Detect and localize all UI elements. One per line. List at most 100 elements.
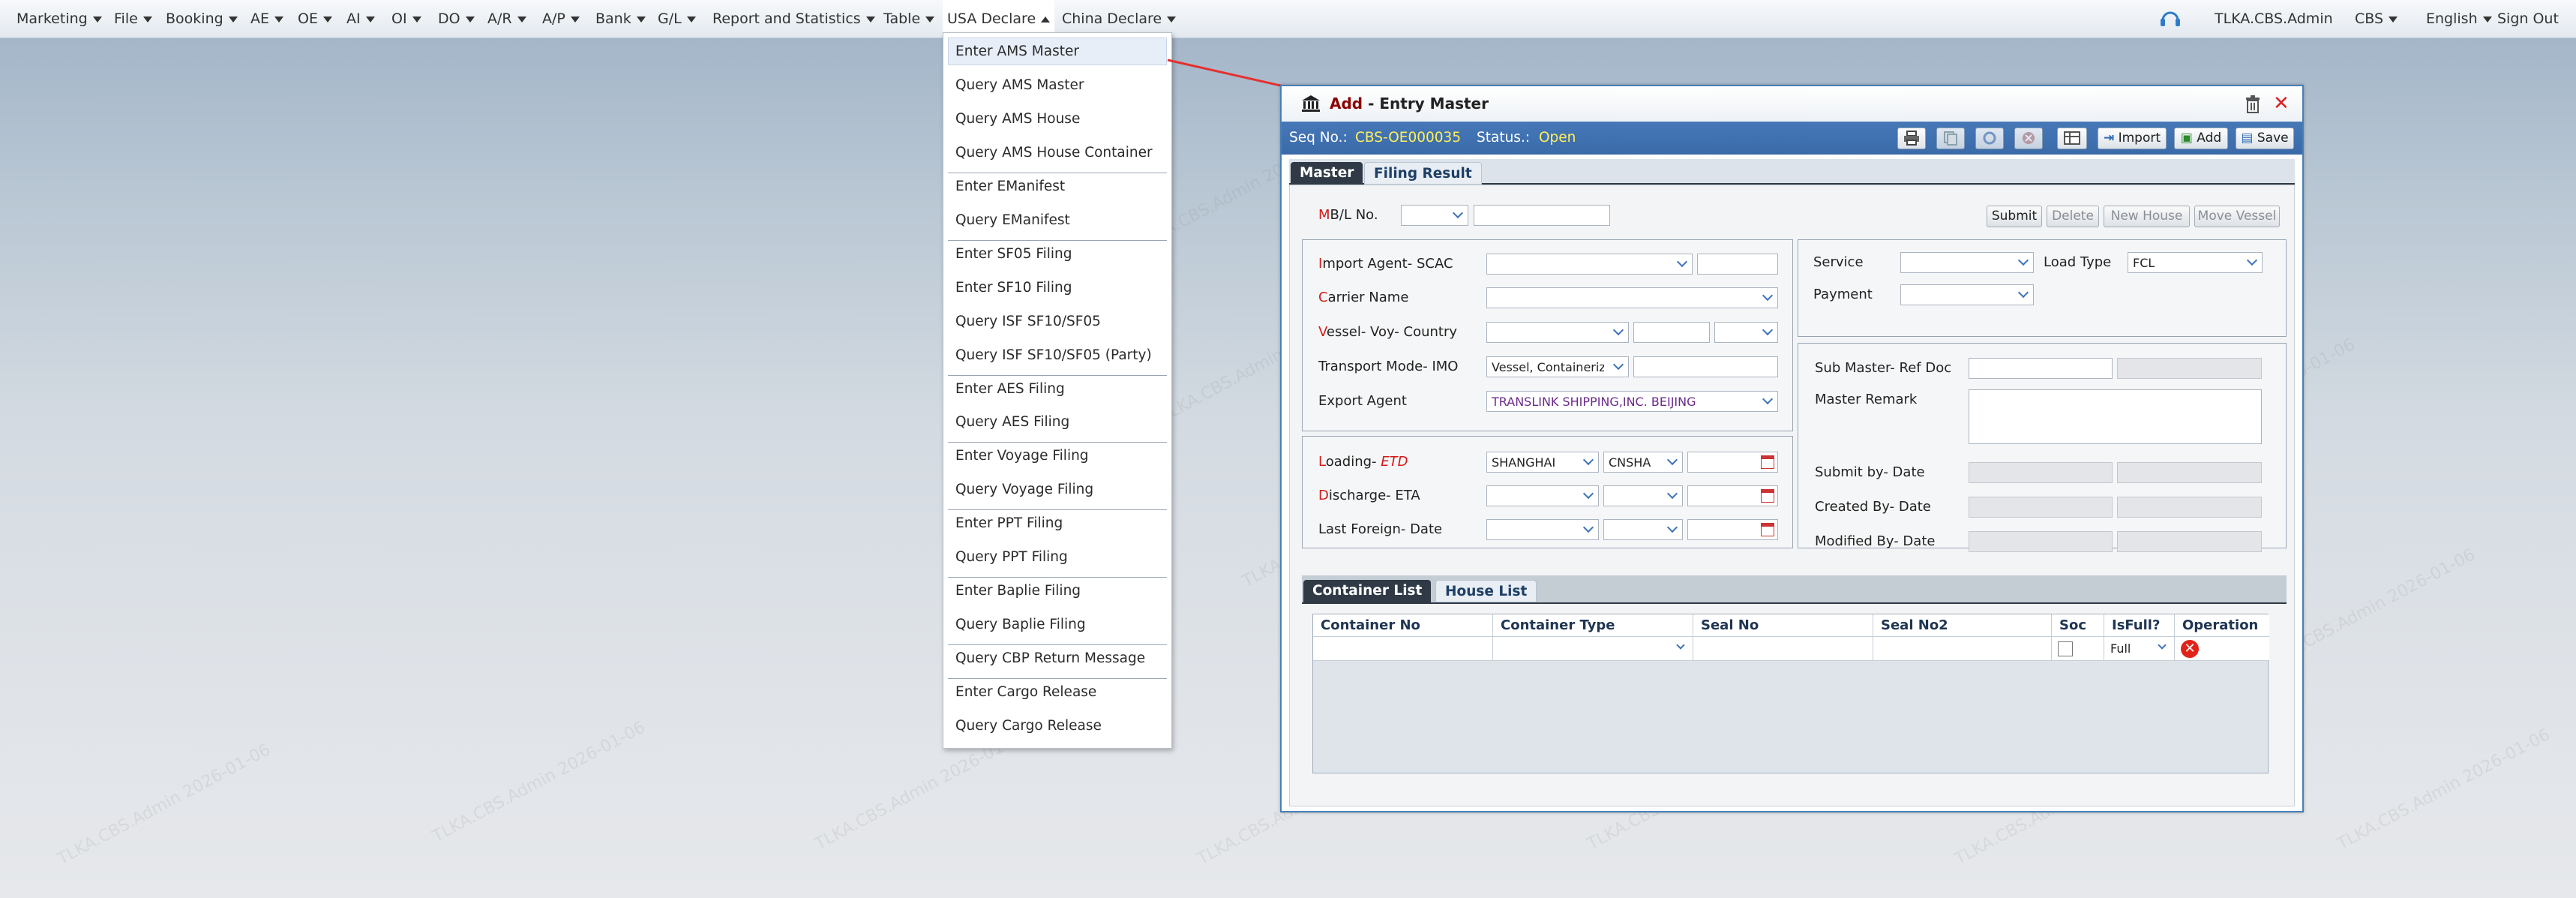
vessel-select[interactable] [1486,322,1629,343]
sign-out-link[interactable]: Sign Out [2497,0,2559,38]
import-button[interactable]: ⇥ Import [2098,128,2167,149]
load-type-select[interactable]: FCL [2128,252,2263,273]
dropdown-item[interactable]: Query AES Filing [955,414,1069,430]
dropdown-item[interactable]: Enter Cargo Release [955,684,1096,700]
menu-file[interactable]: File [114,0,152,38]
dropdown-item[interactable]: Query PPT Filing [955,549,1068,565]
last-foreign-date-input[interactable] [1687,519,1778,540]
menu-report-statistics[interactable]: Report and Statistics [712,0,875,38]
menu-do[interactable]: DO [438,0,475,38]
col-operation[interactable]: Operation [2175,614,2269,637]
menu-ar[interactable]: A/R [487,0,526,38]
menu-oi[interactable]: OI [391,0,421,38]
trash-icon[interactable] [2245,95,2261,113]
last-foreign-code-select[interactable] [1603,519,1683,540]
menu-ae[interactable]: AE [250,0,284,38]
tab-container-list[interactable]: Container List [1303,580,1432,602]
dropdown-item[interactable]: Enter Baplie Filing [955,583,1081,599]
move-vessel-button[interactable]: Move Vessel [2194,206,2280,227]
cancel-button[interactable] [2014,128,2043,149]
copy-button[interactable] [1936,128,1965,149]
submit-button[interactable]: Submit [1987,206,2042,227]
dropdown-item[interactable]: Enter AMS Master [955,44,1079,59]
carrier-name-select[interactable] [1486,287,1778,308]
seq-label: Seq No.: [1289,130,1348,146]
menu-ai[interactable]: AI [346,0,375,38]
menu-language[interactable]: English [2426,0,2492,38]
dropdown-item[interactable]: Query EManifest [955,212,1070,228]
dropdown-item[interactable]: Query Cargo Release [955,718,1102,734]
cell-seal-no-input[interactable] [1693,637,1873,661]
cell-seal-no2-input[interactable] [1873,637,2052,661]
menu-marketing[interactable]: Marketing [16,0,102,38]
loading-port-select[interactable]: SHANGHAI [1486,452,1599,473]
col-container-type[interactable]: Container Type [1493,614,1693,637]
mbl-prefix-select[interactable] [1401,205,1468,226]
add-button[interactable]: ▣ Add [2174,128,2228,149]
dropdown-item[interactable]: Query AMS Master [955,77,1084,93]
col-seal-no[interactable]: Seal No [1693,614,1873,637]
dropdown-item[interactable]: Query AMS House Container [955,145,1153,161]
last-foreign-port-select[interactable] [1486,519,1599,540]
calendar-icon[interactable] [1761,523,1774,536]
master-remark-textarea[interactable] [1969,389,2262,444]
tab-house-list[interactable]: House List [1435,580,1537,602]
dropdown-item[interactable]: Enter PPT Filing [955,515,1063,531]
country-select[interactable] [1714,322,1778,343]
etd-date-input[interactable] [1687,452,1778,473]
soc-checkbox[interactable] [2058,641,2073,656]
menu-bank[interactable]: Bank [595,0,646,38]
col-container-no[interactable]: Container No [1313,614,1493,637]
menu-table[interactable]: Table [883,0,935,38]
col-isfull[interactable]: IsFull? [2104,614,2175,637]
dropdown-item[interactable]: Query ISF SF10/SF05 [955,314,1101,329]
export-agent-select[interactable]: TRANSLINK SHIPPING,INC. BEIJING [1486,391,1778,412]
headset-icon[interactable] [2158,8,2182,30]
service-select[interactable] [1900,252,2034,273]
cell-container-type-select[interactable] [1493,637,1693,661]
menu-ap[interactable]: A/P [542,0,580,38]
payment-select[interactable] [1900,284,2034,305]
save-button[interactable]: ▤ Save [2236,128,2294,149]
scac-input[interactable] [1697,254,1778,275]
dropdown-item[interactable]: Enter SF10 Filing [955,280,1072,296]
loading-code-select[interactable]: CNSHA [1603,452,1683,473]
calendar-icon[interactable] [1761,455,1774,469]
dropdown-item[interactable]: Enter SF05 Filing [955,246,1072,262]
grid-export-button[interactable] [2057,128,2087,149]
menu-gl[interactable]: G/L [658,0,696,38]
dropdown-item[interactable]: Query Baplie Filing [955,617,1086,632]
voyage-input[interactable] [1633,322,1710,343]
menu-oe[interactable]: OE [298,0,332,38]
imo-input[interactable] [1633,356,1778,377]
calendar-icon[interactable] [1761,489,1774,503]
tab-filing-result[interactable]: Filing Result [1364,162,1482,185]
transport-mode-select[interactable]: Vessel, Containerize [1486,356,1629,377]
close-icon[interactable]: ✕ [2273,94,2290,113]
dropdown-item[interactable]: Query ISF SF10/SF05 (Party) [955,347,1152,363]
col-soc[interactable]: Soc [2052,614,2104,637]
dropdown-item[interactable]: Enter Voyage Filing [955,448,1089,464]
dropdown-item[interactable]: Query Voyage Filing [955,482,1093,497]
menu-company[interactable]: CBS [2355,0,2398,38]
tab-master[interactable]: Master [1291,162,1363,185]
sub-master-input[interactable] [1969,358,2113,379]
print-button[interactable] [1897,128,1926,149]
discharge-port-select[interactable] [1486,485,1599,506]
cell-container-no-input[interactable] [1313,637,1493,661]
discharge-code-select[interactable] [1603,485,1683,506]
refresh-button[interactable] [1975,128,2004,149]
delete-row-icon[interactable]: ✕ [2181,640,2199,658]
eta-date-input[interactable] [1687,485,1778,506]
menu-booking[interactable]: Booking [166,0,238,38]
new-house-button[interactable]: New House [2104,206,2190,227]
mbl-no-input[interactable] [1474,205,1610,226]
cell-isfull-select[interactable]: Full [2104,637,2175,661]
col-seal-no2[interactable]: Seal No2 [1873,614,2052,637]
dropdown-item[interactable]: Enter EManifest [955,179,1065,194]
dropdown-item[interactable]: Query AMS House [955,111,1080,127]
dropdown-item[interactable]: Query CBP Return Message [955,650,1145,666]
delete-button[interactable]: Delete [2047,206,2099,227]
dropdown-item[interactable]: Enter AES Filing [955,381,1065,397]
import-agent-select[interactable] [1486,254,1693,275]
